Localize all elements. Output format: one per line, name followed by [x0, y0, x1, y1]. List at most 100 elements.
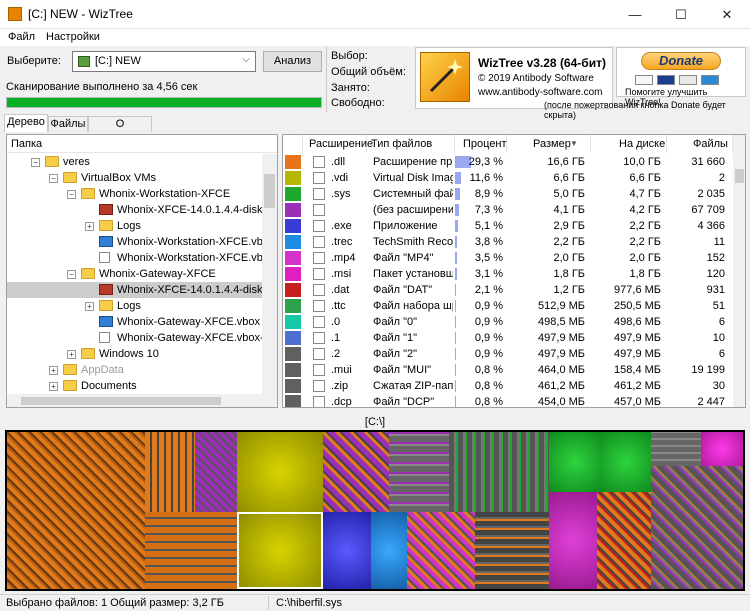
cell-percent: 0,9 % [474, 348, 503, 360]
treemap-block[interactable] [407, 512, 475, 589]
tab-files[interactable]: Файлы [48, 116, 88, 132]
drive-select[interactable]: [C:] NEW ⌵ [72, 51, 256, 72]
treemap-block[interactable] [389, 432, 449, 512]
column-header-extension[interactable]: Расширение [303, 135, 373, 153]
column-header-percent[interactable]: Процент [455, 135, 507, 153]
column-header-size[interactable]: Размер [507, 135, 591, 153]
treemap-block[interactable] [323, 432, 389, 512]
treemap-block[interactable] [195, 432, 237, 512]
table-row[interactable]: (без расширения) 7,3 % 4,1 ГБ 4,2 ГБ 67 709 [283, 202, 733, 218]
tree-row[interactable]: − veres [7, 154, 265, 170]
treemap-block-msi[interactable] [701, 432, 743, 466]
treemap-block-mp4[interactable] [549, 492, 597, 589]
treemap-block[interactable] [449, 432, 549, 512]
scroll-thumb[interactable] [264, 174, 275, 208]
tree-row[interactable]: + Documents [7, 378, 265, 394]
logo-url[interactable]: www.antibody-software.com [478, 87, 603, 98]
table-row[interactable]: .dat Файл "DAT" 2,1 % 1,2 ГБ 977,6 МБ 931 [283, 282, 733, 298]
color-column-header[interactable] [283, 135, 303, 153]
percent-bar [455, 284, 457, 296]
treemap-block[interactable] [7, 432, 145, 589]
tree-row[interactable]: Whonix-Workstation-XFCE.vbox [7, 234, 265, 250]
table-row[interactable]: .sys Системный файл 8,9 % 5,0 ГБ 4,7 ГБ 2 035 [283, 186, 733, 202]
tab-tree[interactable]: Дерево [4, 114, 48, 132]
scroll-thumb[interactable] [21, 397, 221, 405]
treemap-block[interactable] [145, 432, 195, 512]
treemap-block-exe[interactable] [323, 512, 371, 589]
table-row[interactable]: .vdi Virtual Disk Image 11,6 % 6,6 ГБ 6,6 ГБ… [283, 170, 733, 186]
treemap-block-selected[interactable] [237, 512, 323, 589]
tree-row[interactable]: + AppData [7, 362, 265, 378]
donate-button[interactable]: Donate [641, 52, 721, 70]
treemap-block-vdi[interactable] [237, 432, 323, 512]
close-button[interactable]: ✕ [704, 0, 750, 29]
visa-icon [657, 75, 675, 85]
tree-row[interactable]: Whonix-Workstation-XFCE.vbox-prev [7, 250, 265, 266]
menu-file[interactable]: Файл [8, 31, 35, 43]
percent-bar [455, 236, 458, 248]
tree-row[interactable]: Whonix-XFCE-14.0.1.4.4-disk001.vdi [7, 202, 265, 218]
collapse-icon[interactable]: − [67, 270, 76, 279]
table-row[interactable]: .1 Файл "1" 0,9 % 497,9 МБ 497,9 МБ 10 [283, 330, 733, 346]
tree-header[interactable]: Папка [7, 135, 277, 153]
table-row[interactable]: .dll Расширение приложения 29,3 % 16,6 ГБ 10… [283, 154, 733, 170]
table-row[interactable]: .msi Пакет установщика 3,1 % 1,8 ГБ 1,8 ГБ 12… [283, 266, 733, 282]
expand-icon[interactable]: + [67, 350, 76, 359]
maximize-button[interactable]: ☐ [658, 0, 704, 29]
treemap-block[interactable] [597, 492, 651, 589]
tree-row-label: Logs [117, 220, 141, 232]
tree-row[interactable]: + Logs [7, 218, 265, 234]
treemap-block[interactable] [651, 432, 701, 466]
tree-row-label: Whonix-Gateway-XFCE.vbox [117, 316, 261, 328]
tree-row[interactable]: − Whonix-Workstation-XFCE [7, 186, 265, 202]
table-row[interactable]: .2 Файл "2" 0,9 % 497,9 МБ 497,9 МБ 6 [283, 346, 733, 362]
table-row[interactable]: .mui Файл "MUI" 0,8 % 464,0 МБ 158,4 МБ 19 19… [283, 362, 733, 378]
treemap-block-sys[interactable] [601, 432, 651, 492]
expand-icon[interactable]: + [49, 382, 58, 391]
tree-row[interactable]: − VirtualBox VMs [7, 170, 265, 186]
tree-row[interactable]: − Whonix-Gateway-XFCE [7, 266, 265, 282]
menu-settings[interactable]: Настройки [46, 31, 100, 43]
disk-treemap[interactable] [5, 430, 745, 591]
treemap-block[interactable] [475, 512, 549, 589]
treemap-block[interactable] [145, 512, 237, 589]
table-row[interactable]: .zip Сжатая ZIP-папка 0,8 % 461,2 МБ 461,2 М… [283, 378, 733, 394]
table-row[interactable]: .mp4 Файл "MP4" 3,5 % 2,0 ГБ 2,0 ГБ 152 [283, 250, 733, 266]
treemap-block-trec[interactable] [371, 512, 407, 589]
types-vertical-scrollbar[interactable] [733, 135, 745, 407]
collapse-icon[interactable]: − [67, 190, 76, 199]
tree-row[interactable]: Whonix-Gateway-XFCE.vbox [7, 314, 265, 330]
expand-icon[interactable]: + [85, 302, 94, 311]
column-header-on-disk[interactable]: На диске [591, 135, 667, 153]
cell-extension: .0 [331, 316, 341, 328]
table-row[interactable]: .trec TechSmith Recording 3,8 % 2,2 ГБ 2,2 Г… [283, 234, 733, 250]
column-header-files[interactable]: Файлы [667, 135, 733, 153]
tree-row[interactable]: + Windows 10 [7, 346, 265, 362]
expand-icon[interactable]: + [49, 366, 58, 375]
cell-on-disk: 10,0 ГБ [623, 156, 661, 168]
tree-horizontal-scrollbar[interactable] [7, 394, 277, 407]
tree-row[interactable]: + Logs [7, 298, 265, 314]
file-type-icon [313, 252, 325, 264]
minimize-button[interactable]: — [612, 0, 658, 29]
analyze-button[interactable]: Анализ [263, 51, 322, 72]
table-row[interactable]: .0 Файл "0" 0,9 % 498,5 МБ 498,6 МБ 6 [283, 314, 733, 330]
treemap-block[interactable] [651, 466, 743, 589]
collapse-icon[interactable]: − [49, 174, 58, 183]
tree-row-label: Whonix-Workstation-XFCE [99, 188, 231, 200]
collapse-icon[interactable]: − [31, 158, 40, 167]
expand-icon[interactable]: + [85, 222, 94, 231]
table-row[interactable]: .exe Приложение 5,1 % 2,9 ГБ 2,2 ГБ 4 366 [283, 218, 733, 234]
column-header-type[interactable]: Тип файлов [367, 135, 455, 153]
type-color-swatch [285, 283, 301, 297]
table-row[interactable]: .dcp Файл "DCP" 0,8 % 454,0 МБ 457,0 МБ 2 447 [283, 394, 733, 407]
scroll-thumb[interactable] [735, 169, 744, 183]
tree-row-label: Whonix-Gateway-XFCE.vbox-prev [117, 332, 265, 344]
tree-row[interactable]: Whonix-XFCE-14.0.1.4.4-disk001.vdi [7, 282, 265, 298]
tab-about[interactable]: О программе [88, 116, 152, 145]
folder-icon [81, 268, 95, 279]
table-row[interactable]: .ttc Файл набора шрифтов 0,9 % 512,9 МБ 250,… [283, 298, 733, 314]
treemap-block-sys[interactable] [549, 432, 601, 492]
tree-vertical-scrollbar[interactable] [262, 154, 277, 394]
tree-row[interactable]: Whonix-Gateway-XFCE.vbox-prev [7, 330, 265, 346]
